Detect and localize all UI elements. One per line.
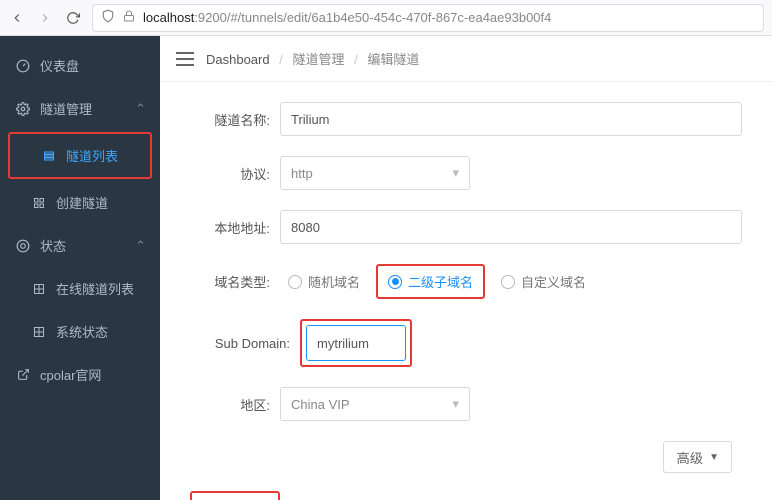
sidebar-label: 隧道管理 [40,99,92,118]
label-protocol: 协议: [190,164,280,183]
sidebar-label: 隧道列表 [66,146,118,165]
label-domain-type: 域名类型: [190,272,280,291]
sidebar-label: 状态 [40,236,66,255]
highlight-subdomain-input [300,319,412,367]
local-addr-input[interactable] [280,210,742,244]
topbar: Dashboard / 隧道管理 / 编辑隧道 [160,36,772,82]
breadcrumb-b[interactable]: 隧道管理 [292,52,344,67]
radio-custom-domain[interactable]: 自定义域名 [493,268,594,295]
caret-down-icon: ▼ [709,452,719,463]
sidebar-label: 创建隧道 [56,193,108,212]
label-tunnel-name: 隧道名称: [190,110,280,129]
url-host: localhost [143,10,194,25]
lock-icon [123,10,135,25]
subdomain-input[interactable] [306,325,406,361]
label-subdomain: Sub Domain: [190,336,300,351]
label-local-addr: 本地地址: [190,218,280,237]
sidebar-item-tunnel-mgmt[interactable]: 隧道管理 ⌃ [0,87,160,130]
protocol-value: http [291,166,313,181]
table-icon [32,325,46,339]
sidebar-item-cpolar-site[interactable]: cpolar官网 [0,353,160,396]
chevron-up-icon: ⌃ [135,101,146,117]
sidebar-label: 系统状态 [56,322,108,341]
main-content: Dashboard / 隧道管理 / 编辑隧道 隧道名称: 协议: http ▾ [160,36,772,500]
chevron-down-icon: ▾ [452,165,459,181]
chevron-down-icon: ▾ [452,396,459,412]
sidebar-item-tunnel-list[interactable]: 隧道列表 [10,134,150,177]
sidebar-label: 在线隧道列表 [56,279,134,298]
url-bar[interactable]: localhost:9200/#/tunnels/edit/6a1b4e50-4… [92,4,764,32]
list-icon [42,149,56,163]
breadcrumb-c: 编辑隧道 [367,52,419,67]
radio-subdomain[interactable]: 二级子域名 [380,268,481,295]
target-icon [16,239,30,253]
highlight-update-button: 更新 [190,491,280,500]
shield-icon [101,9,115,26]
sidebar: 仪表盘 隧道管理 ⌃ 隧道列表 创建隧道 状态 ⌃ 在线隧道列表 [0,36,160,500]
sidebar-item-create-tunnel[interactable]: 创建隧道 [0,181,160,224]
sidebar-label: 仪表盘 [40,56,79,75]
sidebar-item-status[interactable]: 状态 ⌃ [0,224,160,267]
breadcrumb: Dashboard / 隧道管理 / 编辑隧道 [206,49,419,68]
tunnel-name-input[interactable] [280,102,742,136]
label-region: 地区: [190,395,280,414]
browser-navigation-bar: localhost:9200/#/tunnels/edit/6a1b4e50-4… [0,0,772,36]
advanced-button[interactable]: 高级 ▼ [663,441,732,473]
protocol-select[interactable]: http ▾ [280,156,470,190]
sidebar-item-system-status[interactable]: 系统状态 [0,310,160,353]
gear-icon [16,102,30,116]
grid-icon [32,196,46,210]
highlight-subdomain-radio: 二级子域名 [376,264,485,299]
breadcrumb-a[interactable]: Dashboard [206,52,270,67]
table-icon [32,282,46,296]
gauge-icon [16,59,30,73]
back-button[interactable] [8,9,26,27]
highlight-tunnel-list: 隧道列表 [8,132,152,179]
region-select[interactable]: China VIP ▾ [280,387,470,421]
sidebar-label: cpolar官网 [40,365,101,384]
radio-random-domain[interactable]: 随机域名 [280,268,368,295]
tunnel-edit-form: 隧道名称: 协议: http ▾ 本地地址: 域名类型: 随机域名 [160,82,772,500]
region-value: China VIP [291,397,350,412]
url-path: :9200/#/tunnels/edit/6a1b4e50-454c-470f-… [194,10,551,25]
sidebar-item-dashboard[interactable]: 仪表盘 [0,44,160,87]
sidebar-item-online-list[interactable]: 在线隧道列表 [0,267,160,310]
chevron-up-icon: ⌃ [135,238,146,254]
external-link-icon [16,368,30,382]
forward-button[interactable] [36,9,54,27]
reload-button[interactable] [64,9,82,27]
menu-toggle-icon[interactable] [176,52,194,66]
